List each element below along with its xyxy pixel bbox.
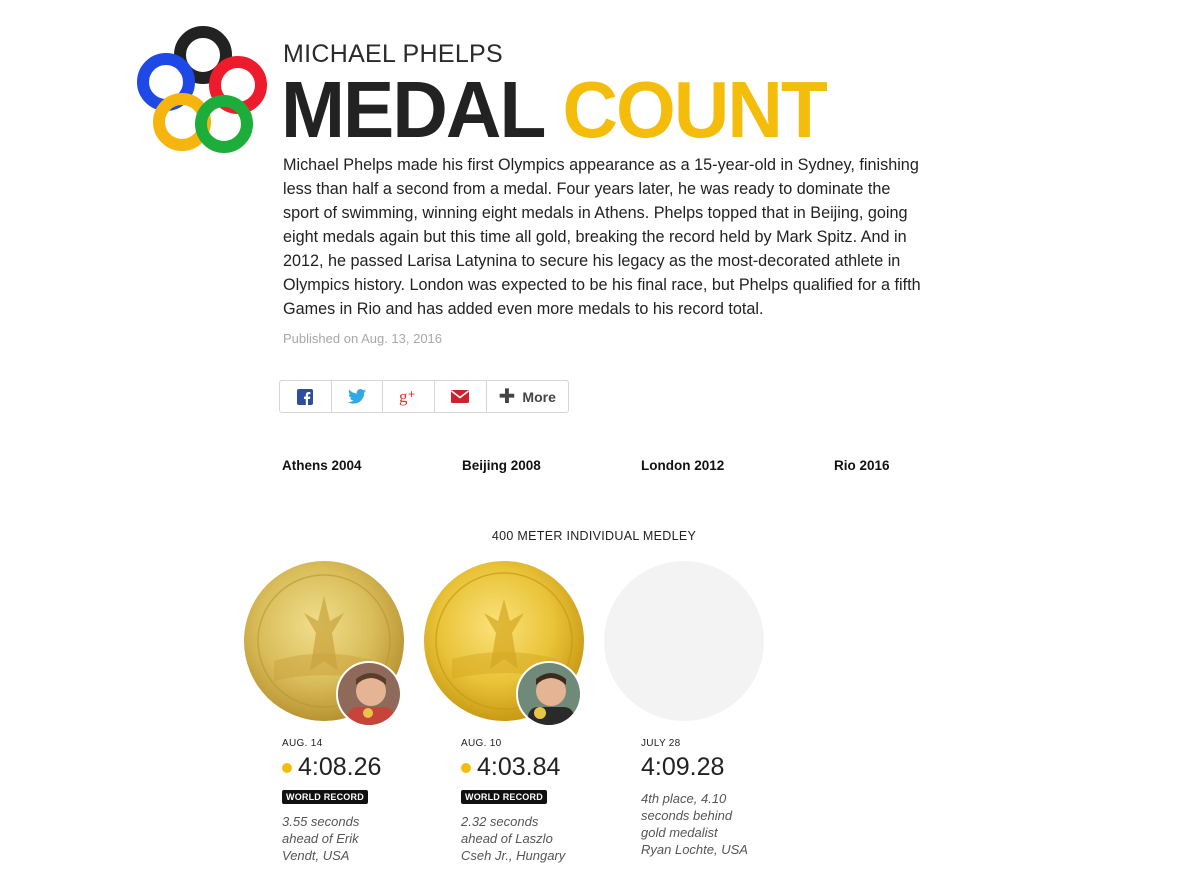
result-date: AUG. 10 [461, 738, 502, 749]
result-time: 4:03.84 [461, 753, 621, 782]
title-medal: MEDAL [281, 65, 545, 154]
google-plus-share-button[interactable]: g + [383, 381, 435, 412]
gold-dot-icon [461, 762, 471, 773]
google-plus-icon: g + [399, 388, 415, 406]
result-note: 4th place, 4.10 seconds behind gold meda… [641, 791, 748, 857]
gold-dot-icon [282, 762, 292, 773]
olympic-rings-logo [137, 26, 267, 153]
games-tab-rio[interactable]: Rio 2016 [834, 458, 890, 473]
result-date: AUG. 14 [282, 738, 323, 749]
svg-text:+: + [408, 388, 415, 401]
svg-text:g: g [399, 388, 408, 406]
facebook-share-button[interactable] [280, 381, 332, 412]
world-record-badge: WORLD RECORD [461, 790, 547, 804]
result-date: JULY 28 [641, 738, 681, 749]
result-note: 2.32 seconds ahead of Laszlo Cseh Jr., H… [461, 814, 566, 863]
result-time: 4:09.28 [641, 753, 801, 782]
email-icon [451, 390, 470, 403]
result-note: 3.55 seconds ahead of Erik Vendt, USA [282, 814, 360, 863]
result-beijing: AUG. 10 4:03.84 WORLD RECORD 2.32 second… [461, 738, 621, 864]
phelps-avatar-athens [336, 661, 402, 727]
more-share-button[interactable]: ✚ More [487, 381, 568, 412]
published-date: Published on Aug. 13, 2016 [283, 331, 443, 346]
share-toolbar: g + ✚ More [279, 380, 569, 413]
facebook-icon [297, 388, 314, 405]
games-tab-beijing[interactable]: Beijing 2008 [462, 458, 541, 473]
result-time-value: 4:09.28 [641, 753, 725, 781]
games-nav: Athens 2004 Beijing 2008 London 2012 Rio… [0, 458, 1200, 478]
intro-paragraph: Michael Phelps made his first Olympics a… [283, 156, 921, 318]
games-tab-athens[interactable]: Athens 2004 [282, 458, 362, 473]
twitter-icon [347, 389, 366, 404]
twitter-share-button[interactable] [332, 381, 384, 412]
event-title: 400 METER INDIVIDUAL MEDLEY [491, 529, 697, 543]
more-label: More [522, 388, 556, 405]
email-share-button[interactable] [435, 381, 487, 412]
world-record-badge: WORLD RECORD [282, 790, 368, 804]
result-athens: AUG. 14 4:08.26 WORLD RECORD 3.55 second… [282, 738, 442, 864]
title-count: COUNT [562, 65, 827, 154]
result-time-value: 4:03.84 [477, 753, 561, 781]
result-time: 4:08.26 [282, 753, 442, 782]
result-time-value: 4:08.26 [298, 753, 382, 781]
plus-icon: ✚ [498, 385, 516, 408]
page-title: MEDAL COUNT [281, 70, 828, 150]
result-london: JULY 28 4:09.28 4th place, 4.10 seconds … [641, 738, 801, 858]
games-tab-london[interactable]: London 2012 [641, 458, 724, 473]
phelps-avatar-beijing [516, 661, 582, 727]
london-no-medal-placeholder [604, 561, 764, 721]
